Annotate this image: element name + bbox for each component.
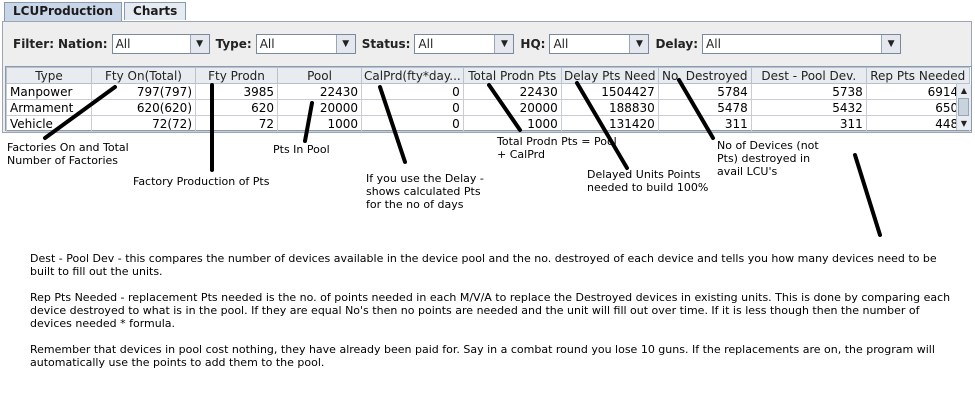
- annotation-factory-prod: Factory Production of Pts: [133, 175, 270, 188]
- arrow-delay-calc: [378, 85, 407, 164]
- note-dest-pool-dev: Dest - Pool Dev - this compares the numb…: [30, 252, 937, 278]
- arrow-factories: [43, 85, 117, 140]
- note-rep-pts-needed: Rep Pts Needed - replacement Pts needed …: [30, 291, 951, 330]
- annotation-pts-in-pool: Pts In Pool: [273, 143, 330, 156]
- explanation-notes: Dest - Pool Dev - this compares the numb…: [30, 252, 960, 382]
- annotation-total-prodn: Total Prodn Pts = Pool + CalPrd: [497, 135, 617, 161]
- annotation-delay-calc: If you use the Delay - shows calculated …: [366, 172, 484, 211]
- arrow-total-prodn: [487, 83, 522, 132]
- annotation-no-devices: No of Devices (not Pts) destroyed in ava…: [717, 139, 819, 178]
- arrow-pool: [303, 101, 314, 143]
- annotation-factories-on: Factories On and Total Number of Factori…: [7, 141, 129, 167]
- annotation-delayed-units: Delayed Units Points needed to build 100…: [587, 168, 709, 194]
- arrow-no-devices: [677, 78, 715, 140]
- arrow-rep-pts: [853, 153, 882, 237]
- note-pool-cost: Remember that devices in pool cost nothi…: [30, 343, 935, 369]
